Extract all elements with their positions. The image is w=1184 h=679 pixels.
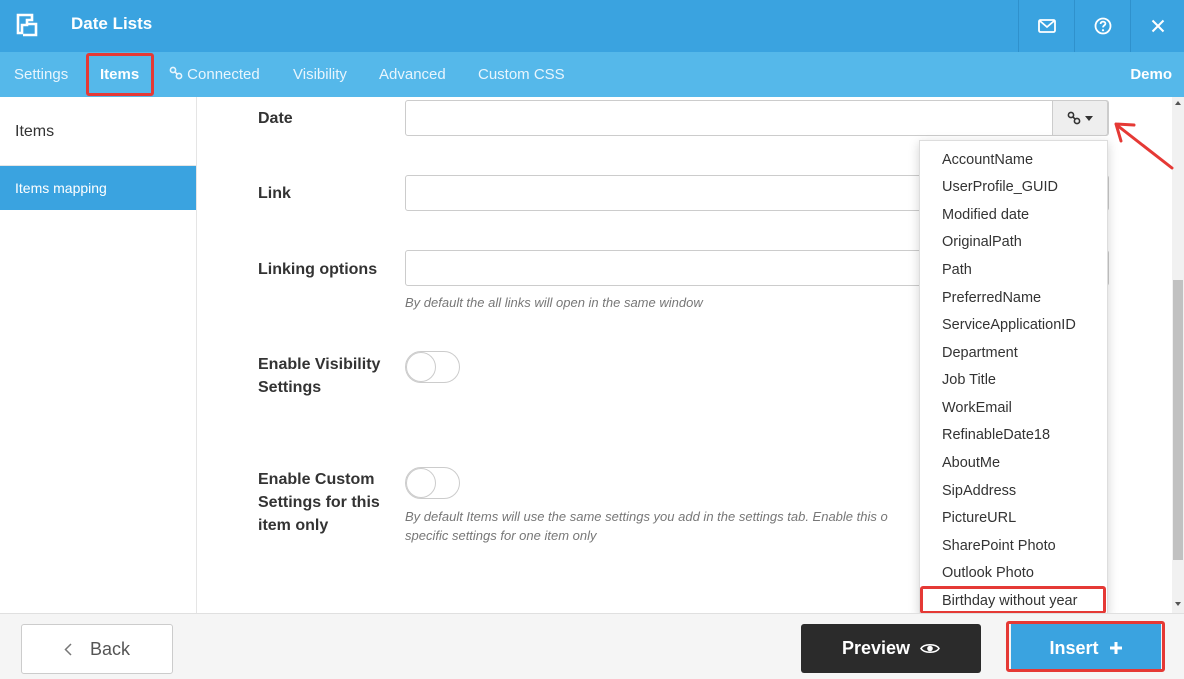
scroll-up-icon[interactable]	[1175, 101, 1181, 105]
custom-settings-hint: By default Items will use the same setti…	[405, 509, 888, 543]
field-dropdown-menu: AccountName UserProfile_GUID Modified da…	[919, 140, 1108, 615]
link-icon	[169, 66, 183, 80]
eye-icon	[920, 643, 940, 654]
close-button[interactable]	[1130, 0, 1184, 52]
linking-options-label: Linking options	[258, 261, 378, 278]
tab-visibility[interactable]: Visibility	[293, 52, 347, 97]
scroll-down-icon[interactable]	[1175, 602, 1181, 606]
linking-options-hint: By default the all links will open in th…	[405, 295, 703, 310]
enable-visibility-label: Enable Visibility Settings	[258, 356, 381, 396]
dropdown-item[interactable]: Path	[942, 257, 972, 284]
tab-demo[interactable]: Demo	[1130, 52, 1172, 97]
mail-icon	[1037, 19, 1056, 33]
back-button[interactable]: Back	[21, 624, 173, 674]
tab-connected[interactable]: Connected	[169, 52, 260, 97]
enable-visibility-toggle[interactable]	[405, 351, 460, 383]
dropdown-item[interactable]: AboutMe	[942, 450, 1000, 477]
toggle-knob	[406, 352, 436, 382]
caret-down-icon	[1085, 115, 1093, 121]
main-scrollbar[interactable]	[1172, 97, 1184, 613]
sidebar-item-items-mapping[interactable]: Items mapping	[0, 166, 196, 210]
dropdown-item[interactable]: UserProfile_GUID	[942, 174, 1058, 201]
dropdown-item[interactable]: ServiceApplicationID	[942, 312, 1076, 339]
preview-label: Preview	[841, 638, 911, 658]
link-icon	[1067, 111, 1081, 125]
dropdown-item[interactable]: Department	[942, 340, 1018, 367]
sidebar-item-items[interactable]: Items	[15, 123, 54, 141]
dropdown-item[interactable]: PreferredName	[942, 285, 1041, 312]
enable-custom-settings-label: Enable Custom Settings for this item onl…	[258, 471, 380, 534]
preview-button[interactable]: Preview	[801, 624, 981, 673]
enable-custom-settings-toggle[interactable]	[405, 467, 460, 499]
tab-connected-label: Connected	[187, 66, 260, 83]
window-title: Date Lists	[71, 14, 153, 33]
dropdown-item[interactable]: RefinableDate18	[942, 422, 1050, 449]
tab-settings[interactable]: Settings	[14, 52, 68, 97]
dropdown-item[interactable]: Modified date	[942, 202, 1029, 229]
toggle-knob	[406, 468, 436, 498]
help-icon	[1094, 17, 1111, 35]
logo-icon	[16, 13, 38, 37]
dropdown-item[interactable]: SipAddress	[942, 478, 1016, 505]
dropdown-item[interactable]: AccountName	[942, 147, 1033, 174]
back-label: Back	[89, 638, 131, 659]
close-icon	[1151, 19, 1164, 33]
chevron-left-icon	[64, 642, 72, 656]
dropdown-item[interactable]: PictureURL	[942, 505, 1016, 532]
link-label: Link	[258, 185, 291, 202]
tab-advanced[interactable]: Advanced	[379, 52, 446, 97]
birthday-highlight	[920, 586, 1106, 614]
dropdown-item[interactable]: SharePoint Photo	[942, 533, 1056, 560]
insert-highlight	[1006, 621, 1165, 672]
dropdown-item[interactable]: Job Title	[942, 367, 996, 394]
tab-custom-css[interactable]: Custom CSS	[478, 52, 565, 97]
tab-bar: Settings Items Connected Visibility Adva…	[0, 52, 1184, 97]
dropdown-item[interactable]: Outlook Photo	[942, 560, 1034, 587]
dropdown-item[interactable]: OriginalPath	[942, 229, 1022, 256]
annotation-arrow-icon	[1114, 122, 1174, 170]
date-label: Date	[258, 110, 293, 127]
dropdown-item[interactable]: WorkEmail	[942, 395, 1012, 422]
title-bar: Date Lists	[0, 0, 1184, 52]
connect-field-button[interactable]	[1052, 100, 1108, 136]
help-button[interactable]	[1074, 0, 1130, 52]
items-tab-highlight	[86, 53, 154, 96]
mail-button[interactable]	[1018, 0, 1074, 52]
date-input[interactable]	[405, 100, 1109, 136]
scroll-thumb[interactable]	[1173, 280, 1183, 560]
sidebar: Items Items mapping	[0, 97, 197, 613]
